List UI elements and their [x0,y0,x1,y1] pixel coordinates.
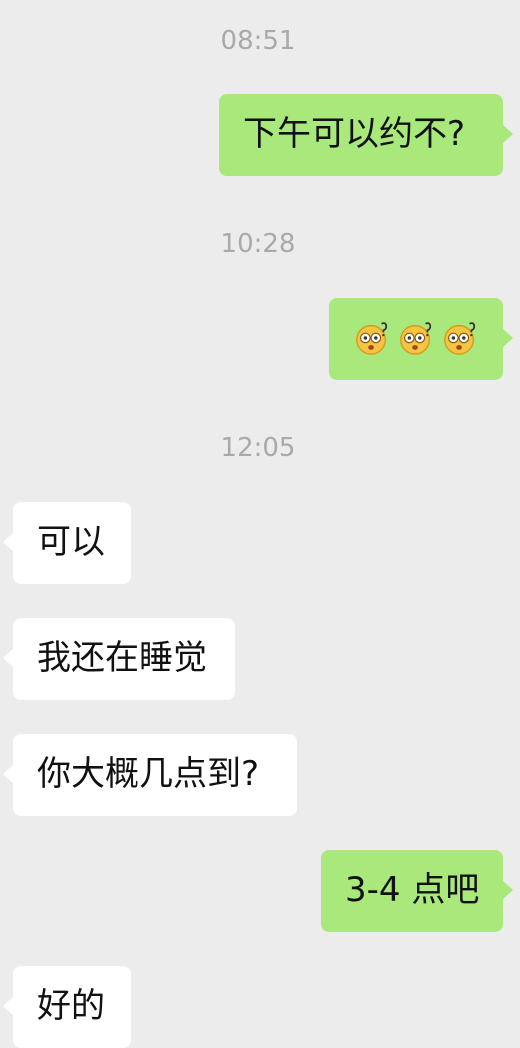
emoji-row [353,318,479,356]
dizzy-face-emoji [444,322,476,355]
incoming-message-bubble[interactable]: 你大概几点到? [3,734,297,816]
outgoing-emoji-bubble[interactable] [329,298,513,380]
message-text: 好的 [37,986,105,1026]
message-text: 下午可以约不? [243,114,466,154]
message-text: 3-4 点吧 [345,870,480,910]
timestamp: 10:28 [220,229,296,259]
incoming-message-bubble[interactable]: 好的 [3,966,131,1048]
message-text: 你大概几点到? [37,754,260,794]
message-text: 我还在睡觉 [37,638,207,678]
dizzy-face-emoji [400,322,432,355]
incoming-message-bubble[interactable]: 可以 [3,502,131,584]
message-text: 可以 [37,522,105,562]
incoming-message-bubble[interactable]: 我还在睡觉 [3,618,235,700]
dizzy-face-emoji [356,322,388,355]
outgoing-message-bubble[interactable]: 3-4 点吧 [321,850,513,932]
outgoing-message-bubble[interactable]: 下午可以约不? [219,94,513,176]
timestamp: 08:51 [220,26,296,56]
timestamp: 12:05 [220,433,296,463]
